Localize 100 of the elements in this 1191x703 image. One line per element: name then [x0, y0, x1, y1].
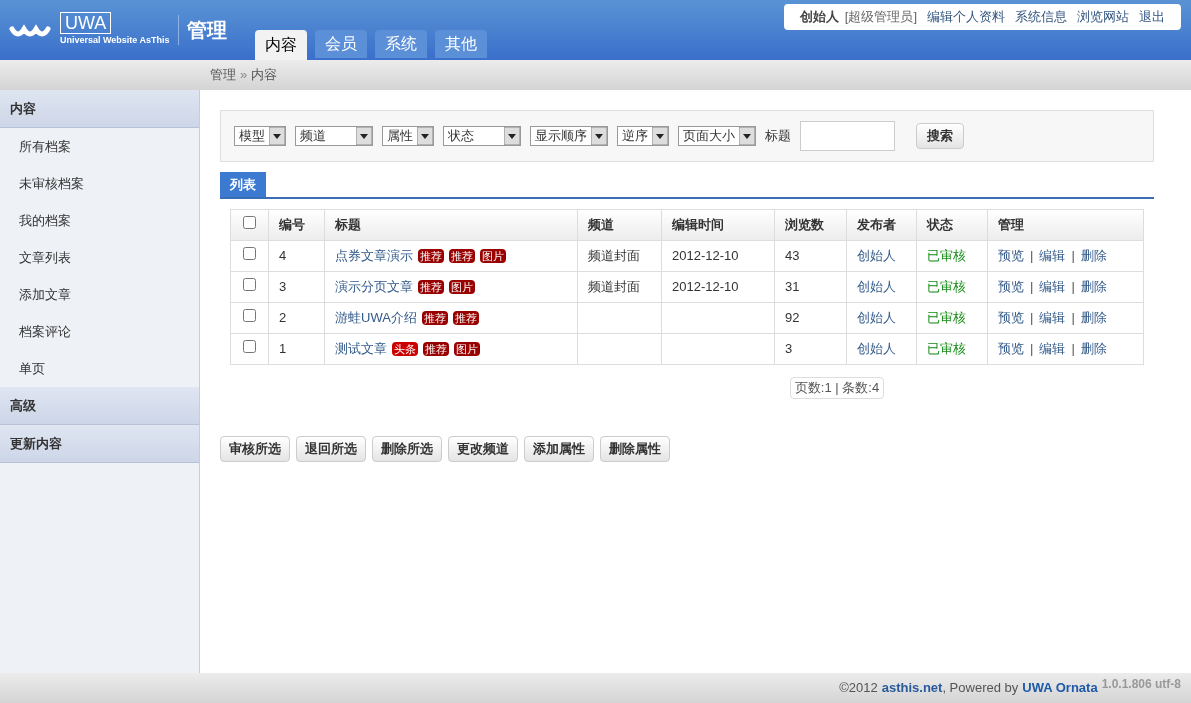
user-name: 创始人	[799, 8, 839, 26]
sidebar-item[interactable]: 单页	[0, 350, 199, 387]
bulk-action-button[interactable]: 添加属性	[524, 435, 594, 462]
link-separator: |	[1071, 309, 1075, 328]
caret-icon	[591, 127, 607, 145]
row-action-link[interactable]: 编辑	[1039, 308, 1066, 328]
tag-badge: 推荐	[421, 311, 448, 325]
column-header: 编号	[268, 209, 325, 241]
column-header: 浏览数	[774, 209, 847, 241]
row-action-link[interactable]: 删除	[1080, 339, 1107, 359]
row-action-link[interactable]: 删除	[1080, 277, 1107, 297]
bulk-action-button[interactable]: 删除属性	[600, 435, 670, 462]
title-input[interactable]	[800, 121, 895, 151]
article-link[interactable]: 游蛙UWA介绍	[335, 308, 417, 328]
table-cell: 频道封面	[588, 248, 640, 264]
row-action-link[interactable]: 预览	[998, 308, 1024, 328]
table-cell: 2	[268, 302, 325, 334]
search-button[interactable]: 搜索	[916, 123, 964, 149]
filter-dropdown[interactable]: 页面大小	[678, 126, 756, 146]
product-link[interactable]: UWA Ornata	[1022, 678, 1098, 698]
pagination-info: 页数:1 | 条数:4	[789, 377, 885, 399]
tag-badge: 图片	[480, 249, 506, 263]
status-text: 已审核	[916, 271, 988, 303]
bulk-action-button[interactable]: 更改频道	[448, 435, 518, 462]
row-action-link[interactable]: 预览	[998, 339, 1024, 359]
tag-badge: 头条	[392, 342, 418, 356]
row-checkbox[interactable]	[243, 278, 256, 292]
column-header: 标题	[324, 209, 578, 241]
status-text: 已审核	[916, 240, 988, 272]
copyright-text: ©2012	[839, 679, 878, 698]
link-separator: |	[1071, 278, 1075, 297]
sidebar-item[interactable]: 文章列表	[0, 239, 199, 276]
column-header: 频道	[577, 209, 662, 241]
user-role: [超级管理员]	[844, 8, 917, 26]
tag-badge: 推荐	[418, 280, 444, 294]
table-cell: 3	[774, 333, 847, 365]
column-header: 编辑时间	[661, 209, 775, 241]
filter-dropdown[interactable]: 频道	[295, 126, 373, 146]
link-separator: |	[1030, 247, 1034, 266]
sidebar-item[interactable]: 所有档案	[0, 128, 199, 165]
caret-icon	[504, 127, 520, 145]
caret-icon	[269, 127, 285, 145]
user-link[interactable]: 编辑个人资料	[927, 7, 1005, 27]
bulk-action-button[interactable]: 审核所选	[220, 435, 290, 462]
list-tab[interactable]: 列表	[220, 172, 266, 197]
row-action-link[interactable]: 预览	[998, 277, 1024, 297]
breadcrumb-link[interactable]: 内容	[251, 65, 278, 85]
sidebar-section-header[interactable]: 高级	[0, 387, 199, 425]
filter-dropdown[interactable]: 逆序	[617, 126, 669, 146]
bulk-action-button[interactable]: 退回所选	[296, 435, 366, 462]
tag-badge: 图片	[449, 280, 475, 294]
article-link[interactable]: 测试文章	[335, 339, 387, 359]
link-separator: |	[1030, 309, 1034, 328]
nav-tab[interactable]: 内容	[254, 30, 307, 60]
filter-dropdown[interactable]: 状态	[443, 126, 521, 146]
select-all-checkbox[interactable]	[243, 216, 256, 230]
table-cell: 31	[774, 271, 847, 303]
sidebar-item[interactable]: 档案评论	[0, 313, 199, 350]
sidebar-item[interactable]: 我的档案	[0, 202, 199, 239]
row-checkbox[interactable]	[243, 309, 256, 323]
caret-icon	[652, 127, 668, 145]
sidebar-item[interactable]: 添加文章	[0, 276, 199, 313]
caret-icon	[417, 127, 433, 145]
link-separator: |	[1030, 340, 1034, 359]
brand-name: UWA	[60, 12, 112, 35]
row-action-link[interactable]: 预览	[998, 246, 1024, 266]
row-action-link[interactable]: 删除	[1080, 246, 1107, 266]
sidebar-section-header[interactable]: 内容	[0, 90, 199, 128]
link-separator: |	[1030, 278, 1034, 297]
admin-title: 管理	[177, 15, 227, 45]
table-cell: 1	[268, 333, 325, 365]
tag-badge: 推荐	[449, 249, 475, 263]
row-checkbox[interactable]	[243, 340, 256, 354]
row-action-link[interactable]: 删除	[1080, 308, 1107, 328]
table-cell: 43	[774, 240, 847, 272]
filter-dropdown[interactable]: 属性	[382, 126, 434, 146]
breadcrumb-link[interactable]: 管理	[210, 65, 236, 85]
user-link[interactable]: 系统信息	[1015, 7, 1067, 27]
column-header: 状态	[916, 209, 988, 241]
sidebar-section-header[interactable]: 更新内容	[0, 425, 199, 463]
title-label: 标题	[765, 127, 791, 146]
table-cell: 2012-12-10	[672, 279, 739, 295]
bulk-action-button[interactable]: 删除所选	[372, 435, 442, 462]
filter-dropdown[interactable]: 显示顺序	[530, 126, 608, 146]
user-link[interactable]: 浏览网站	[1077, 7, 1129, 27]
tag-badge: 推荐	[418, 249, 444, 263]
row-action-link[interactable]: 编辑	[1039, 339, 1066, 359]
row-action-link[interactable]: 编辑	[1039, 277, 1066, 297]
row-checkbox[interactable]	[243, 247, 256, 261]
user-link[interactable]: 退出	[1139, 7, 1165, 27]
breadcrumb-separator: »	[240, 66, 248, 85]
table-cell: 4	[268, 240, 325, 272]
row-action-link[interactable]: 编辑	[1039, 246, 1066, 266]
filter-dropdown[interactable]: 模型	[234, 126, 286, 146]
article-link[interactable]: 点券文章演示	[335, 246, 413, 266]
tag-badge: 推荐	[423, 342, 449, 356]
sidebar-item[interactable]: 未审核档案	[0, 165, 199, 202]
article-link[interactable]: 演示分页文章	[335, 277, 413, 297]
table-cell: 频道封面	[588, 279, 640, 295]
status-text: 已审核	[916, 302, 988, 334]
